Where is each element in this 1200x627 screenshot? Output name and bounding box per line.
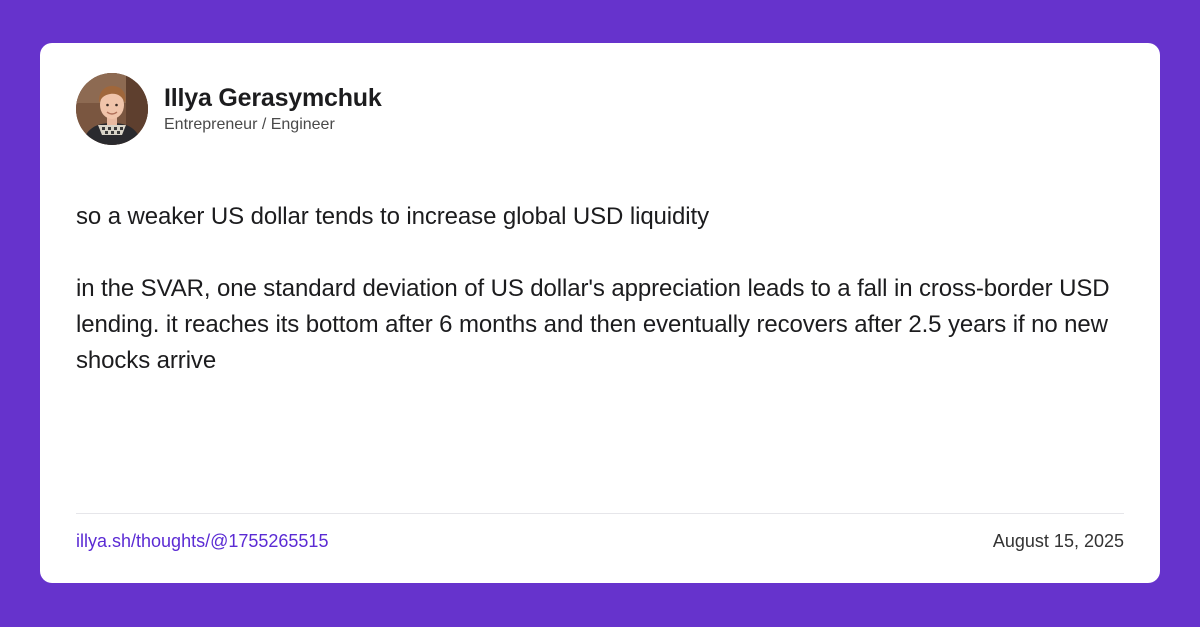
post-paragraph: so a weaker US dollar tends to increase … [76,203,709,230]
permalink[interactable]: illya.sh/thoughts/@1755265515 [76,529,328,553]
avatar-portrait-icon [76,73,148,145]
author-header: Illya Gerasymchuk Entrepreneur / Enginee… [76,73,382,145]
card-footer: illya.sh/thoughts/@1755265515 August 15,… [76,529,1124,553]
post-paragraph: in the SVAR, one standard deviation of U… [76,275,1110,374]
avatar[interactable] [76,73,148,145]
author-info: Illya Gerasymchuk Entrepreneur / Enginee… [164,83,382,135]
author-name[interactable]: Illya Gerasymchuk [164,83,382,113]
footer-divider [76,513,1124,514]
thought-card: Illya Gerasymchuk Entrepreneur / Enginee… [40,43,1160,583]
post-body: so a weaker US dollar tends to increase … [76,199,1128,379]
post-date: August 15, 2025 [992,531,1124,551]
author-role: Entrepreneur / Engineer [164,116,335,133]
